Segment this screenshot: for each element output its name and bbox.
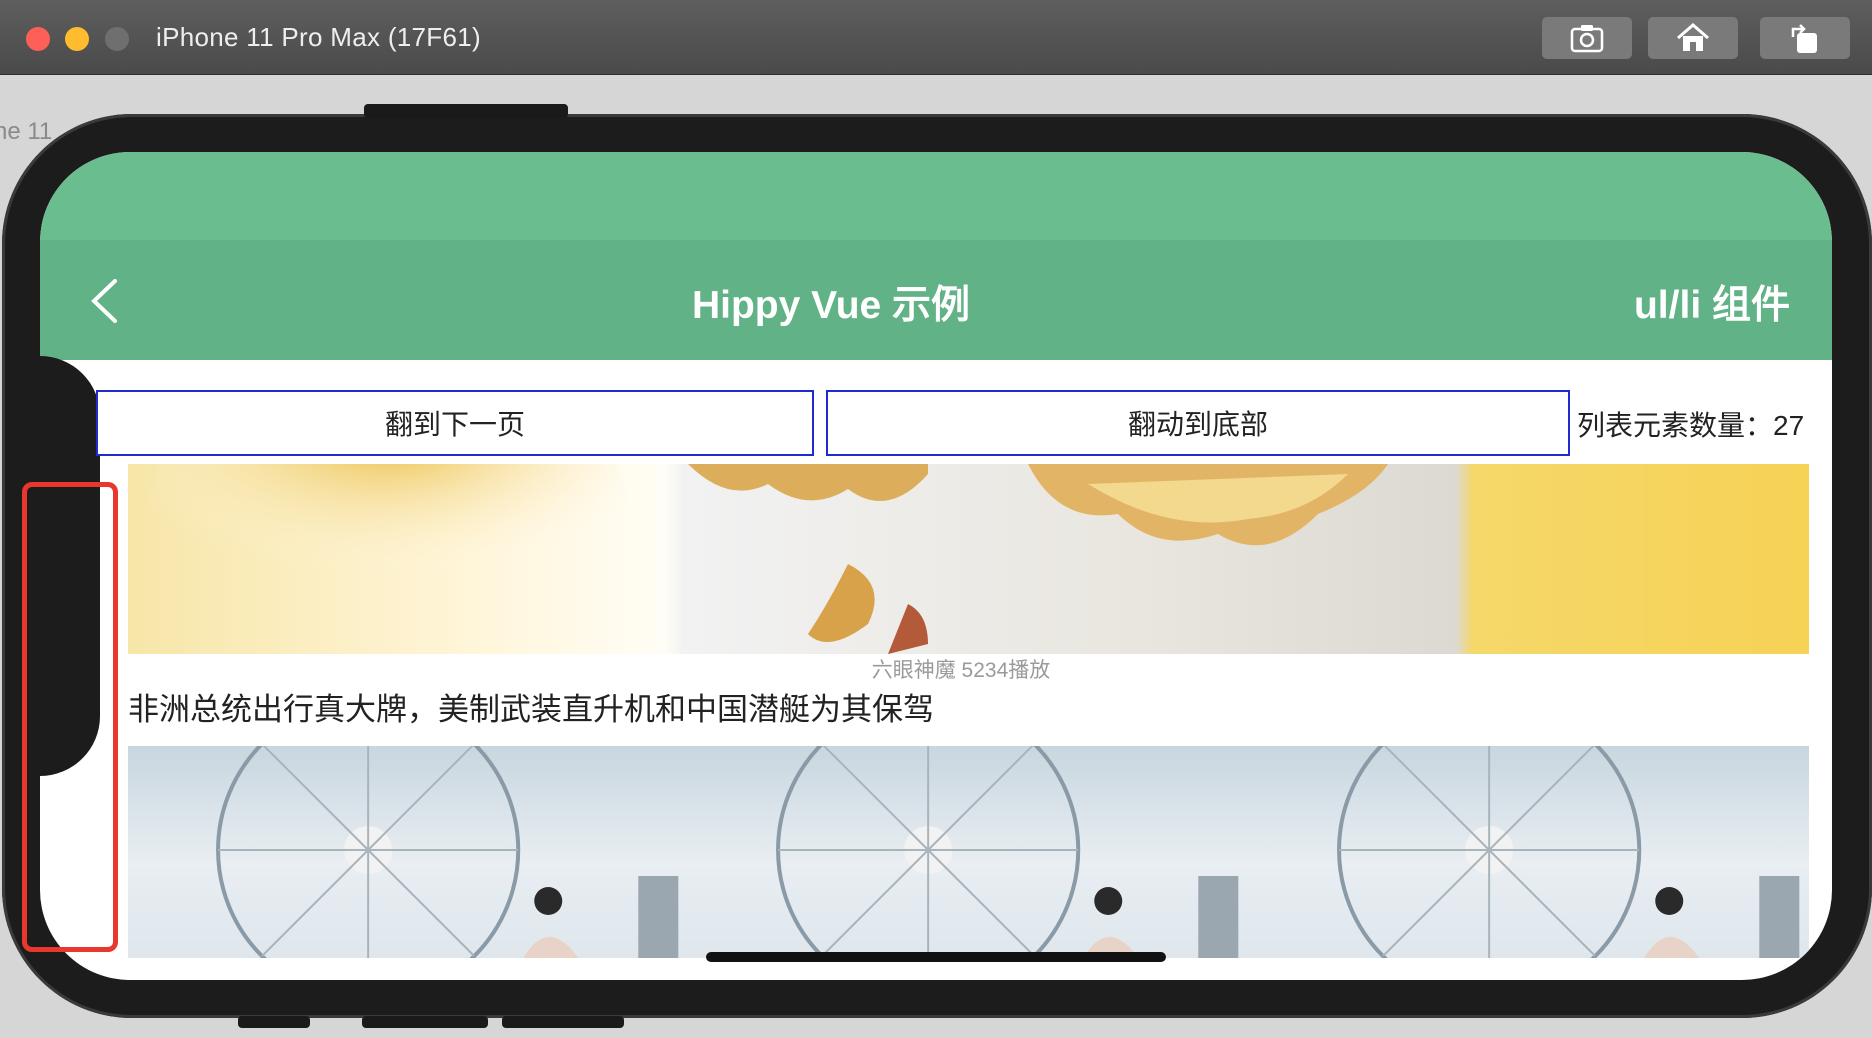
rotate-button[interactable] (1760, 17, 1850, 59)
app-screen: Hippy Vue 示例 ul/li 组件 翻到下一页 翻动到底部 列表元素数量… (40, 152, 1832, 980)
side-button-1 (238, 1016, 310, 1028)
home-icon (1677, 23, 1709, 51)
volume-button (364, 104, 568, 118)
home-button[interactable] (1648, 17, 1738, 59)
navigation-bar: Hippy Vue 示例 ul/li 组件 (40, 240, 1832, 360)
thumbnail-row[interactable] (128, 746, 1809, 958)
close-window-button[interactable] (26, 27, 50, 51)
ferris-wheel-image (776, 746, 1239, 958)
ferris-wheel-image (216, 746, 679, 958)
background-window-label: ne 11 (0, 118, 53, 145)
next-page-button[interactable]: 翻到下一页 (96, 390, 814, 456)
side-button-2 (362, 1016, 488, 1028)
scroll-bottom-button[interactable]: 翻动到底部 (826, 390, 1570, 456)
list-item-banner-image[interactable] (128, 464, 1809, 654)
ferris-wheel-image (1336, 746, 1799, 958)
nav-right-label: ul/li 组件 (1633, 284, 1790, 327)
annotation-highlight-box (22, 482, 118, 952)
list-count-label: 列表元素数量：27 (1577, 410, 1805, 441)
screenshot-icon (1570, 25, 1604, 53)
thumbnail-image[interactable] (688, 746, 1249, 958)
page-title: Hippy Vue 示例 (691, 284, 971, 327)
thumbnail-image[interactable] (128, 746, 689, 958)
simulator-titlebar: iPhone 11 Pro Max (17F61) (0, 0, 1872, 75)
maximize-window-button[interactable] (105, 27, 129, 51)
minimize-window-button[interactable] (65, 27, 89, 51)
window-title: iPhone 11 Pro Max (17F61) (156, 22, 481, 52)
screenshot-button[interactable] (1542, 17, 1632, 59)
status-bar (40, 152, 1832, 240)
egg-tart-image (148, 464, 1388, 654)
home-indicator[interactable] (706, 952, 1166, 962)
item-headline[interactable]: 非洲总统出行真大牌，美制武装直升机和中国潜艇为其保驾 (128, 684, 934, 729)
item-caption: 六眼神魔 5234播放 (871, 659, 1051, 682)
rotate-icon (1791, 24, 1817, 53)
thumbnail-image[interactable] (1248, 746, 1809, 958)
side-button-3 (502, 1016, 624, 1028)
